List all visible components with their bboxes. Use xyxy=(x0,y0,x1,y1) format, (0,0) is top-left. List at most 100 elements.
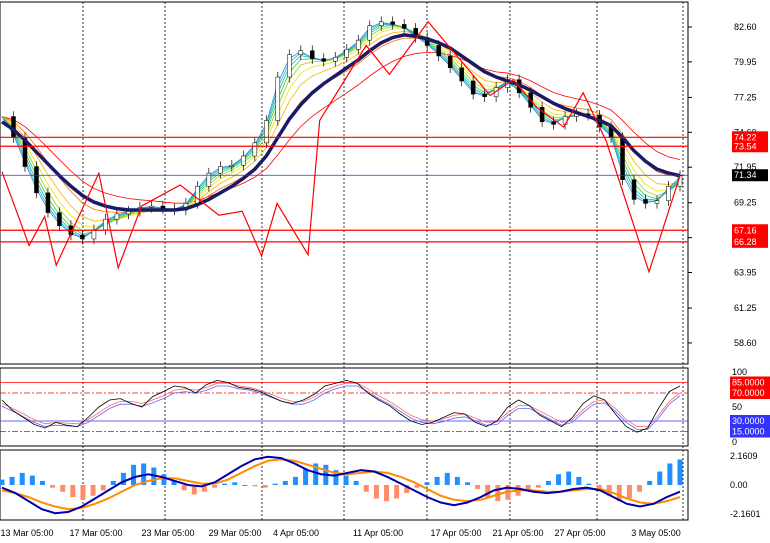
stochastic-tick-label: 50 xyxy=(732,402,742,412)
macd-histogram-bar xyxy=(282,480,288,485)
ma-ribbon-line-1 xyxy=(1,51,681,204)
candle-body xyxy=(401,24,407,29)
macd-histogram-bar xyxy=(90,485,96,496)
ema-thick-line xyxy=(1,33,681,212)
candle-body xyxy=(264,120,269,144)
macd-histogram-bar xyxy=(566,471,572,485)
macd-histogram-bar xyxy=(475,485,481,490)
level-tag-label: 73.54 xyxy=(734,141,757,151)
macd-histogram-bar xyxy=(222,483,228,485)
macd-histogram-bar xyxy=(100,485,106,491)
candle-body xyxy=(367,25,372,41)
ma-ribbon-line-5 xyxy=(1,26,681,232)
macd-pane[interactable] xyxy=(0,455,683,515)
macd-histogram-bar xyxy=(535,485,541,488)
candle-body xyxy=(103,218,108,230)
candle-body xyxy=(114,213,120,220)
macd-histogram-bar xyxy=(657,471,663,485)
candle-body xyxy=(57,212,62,227)
candle-body xyxy=(229,164,235,167)
candle-body xyxy=(470,80,476,95)
macd-histogram-bar xyxy=(242,485,248,486)
date-label: 27 Apr 05:00 xyxy=(554,528,605,538)
macd-tick-label: 0.00 xyxy=(730,480,748,490)
price-tick-label: 79.95 xyxy=(734,57,757,67)
price-tick-label: 69.25 xyxy=(734,198,757,208)
candle-body xyxy=(654,200,660,204)
candle-body xyxy=(631,179,637,200)
price-tick-label: 58.60 xyxy=(734,338,757,348)
stochastic-tick-label: 100 xyxy=(732,367,747,377)
macd-tick-label: -2.1601 xyxy=(730,509,761,519)
macd-histogram-bar xyxy=(60,485,66,492)
candle-body xyxy=(333,57,338,62)
stochastic-third-line xyxy=(1,385,681,430)
macd-histogram-bar xyxy=(424,482,430,485)
macd-histogram-bar xyxy=(545,480,551,485)
level-tag-label: 66.28 xyxy=(734,237,757,247)
candle-body xyxy=(218,166,223,174)
macd-histogram-bar xyxy=(272,483,278,485)
chart-canvas: 13 Mar 05:00 17 Mar 05:00 23 Mar 05:00 29 M… xyxy=(0,1,770,538)
macd-histogram-bar xyxy=(444,472,450,485)
macd-histogram-bar xyxy=(394,485,400,499)
macd-histogram-bar xyxy=(9,476,15,485)
macd-histogram-bar xyxy=(50,485,56,488)
price-tick-label: 82.60 xyxy=(734,22,757,32)
date-label: 29 Mar 05:00 xyxy=(208,528,261,538)
macd-histogram-bar xyxy=(626,485,632,499)
date-label: 4 Apr 05:00 xyxy=(273,528,319,538)
candle-body xyxy=(551,121,556,125)
axis-layer: 13 Mar 05:00 17 Mar 05:00 23 Mar 05:00 29 M… xyxy=(0,22,770,538)
stochastic-level-label: 30.0000 xyxy=(732,416,765,426)
macd-histogram-bar xyxy=(303,468,309,485)
macd-tick-label: 2.1609 xyxy=(730,451,758,461)
price-tick-label: 61.25 xyxy=(734,303,757,313)
macd-histogram-bar xyxy=(181,485,187,491)
candle-body xyxy=(666,186,671,202)
candle-body xyxy=(436,45,441,57)
candle-body xyxy=(355,39,361,50)
candle-body xyxy=(91,229,97,240)
candle-body xyxy=(344,49,349,58)
stochastic-tick-label: 0 xyxy=(732,437,737,447)
macd-histogram-bar xyxy=(556,474,562,485)
candle-body xyxy=(620,137,625,180)
current-price-label: 71.34 xyxy=(734,170,757,180)
macd-histogram-bar xyxy=(0,479,5,485)
macd-histogram-bar xyxy=(343,475,349,485)
stochastic-signal-line xyxy=(1,382,681,428)
price-tick-label: 77.25 xyxy=(734,92,757,102)
macd-histogram-bar xyxy=(454,476,460,485)
candle-body xyxy=(241,155,246,166)
stochastic-main-line xyxy=(1,379,681,433)
stochastic-level-label: 85.0000 xyxy=(732,378,765,388)
date-label: 3 May 05:00 xyxy=(631,528,681,538)
candle-body xyxy=(45,192,51,213)
date-label: 21 Apr 05:00 xyxy=(492,528,543,538)
candle-body xyxy=(80,234,85,240)
date-label: 23 Mar 05:00 xyxy=(141,528,194,538)
level-tag-label: 67.16 xyxy=(734,225,757,235)
macd-histogram-bar xyxy=(647,480,653,485)
price-tick-label: 63.95 xyxy=(734,268,757,278)
macd-histogram-bar xyxy=(70,485,76,498)
macd-histogram-bar xyxy=(363,485,369,492)
candle-body xyxy=(298,50,304,55)
candle-body xyxy=(275,76,281,121)
macd-histogram-bar xyxy=(667,463,673,485)
macd-histogram-bar xyxy=(212,485,218,488)
candle-body xyxy=(447,55,453,69)
candle-body xyxy=(252,142,258,157)
macd-histogram-bar xyxy=(80,485,86,500)
candle-body xyxy=(149,205,154,208)
macd-histogram-bar xyxy=(29,475,35,485)
macd-histogram-bar xyxy=(292,476,298,485)
macd-histogram-bar xyxy=(576,476,582,485)
date-label: 17 Apr 05:00 xyxy=(430,528,481,538)
macd-histogram-bar xyxy=(262,485,268,488)
candle-body xyxy=(287,54,292,78)
candle-body xyxy=(195,186,200,204)
candle-body xyxy=(643,199,648,204)
macd-histogram-bar xyxy=(252,485,258,487)
